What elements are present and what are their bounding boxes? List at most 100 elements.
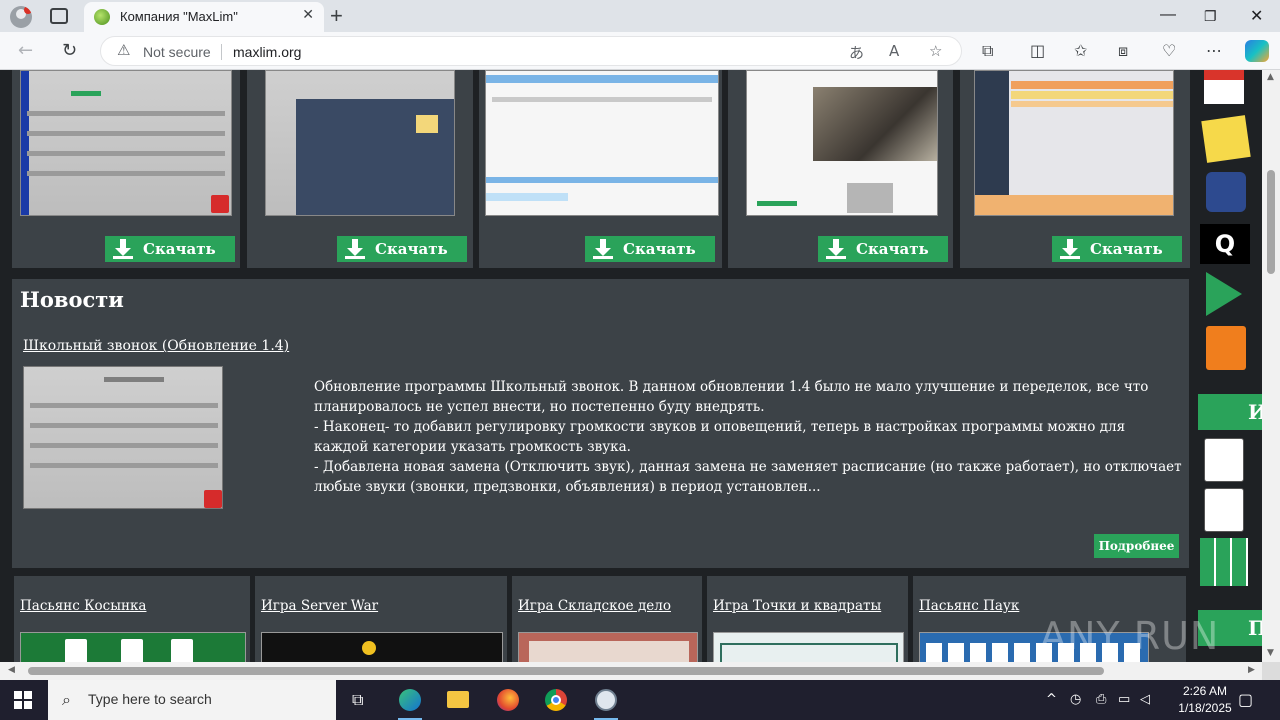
- product-screenshot[interactable]: [265, 70, 455, 216]
- back-icon[interactable]: ←: [18, 40, 33, 61]
- screenshot-row: [30, 403, 218, 408]
- read-aloud-icon[interactable]: A: [889, 42, 899, 60]
- browser-essentials-icon[interactable]: ♡: [1162, 41, 1176, 60]
- game-card: Игра Server War: [255, 576, 507, 662]
- game-screenshot[interactable]: [20, 632, 246, 662]
- scroll-up-icon[interactable]: ▲: [1267, 72, 1274, 82]
- download-button[interactable]: Скачать: [105, 236, 235, 262]
- game-title-link[interactable]: Игра Server War: [261, 598, 378, 614]
- clock-time: 2:26 AM: [1182, 684, 1228, 698]
- more-button[interactable]: Подробнее: [1094, 534, 1179, 558]
- game-card: Игра Складское дело: [512, 576, 702, 662]
- screenshot-red-button: [204, 490, 222, 508]
- tic-tac-toe-icon[interactable]: [1200, 538, 1248, 586]
- new-tab-button[interactable]: +: [330, 3, 343, 29]
- download-button[interactable]: Скачать: [1052, 236, 1182, 262]
- favorite-star-icon[interactable]: ☆: [929, 42, 942, 60]
- screenshot-row: [71, 91, 101, 96]
- scroll-right-icon[interactable]: ▶: [1248, 665, 1255, 675]
- address-bar[interactable]: ⚠ Not secure maxlim.org あ A ☆: [100, 36, 962, 66]
- game-title-link[interactable]: Игра Точки и квадраты: [713, 598, 881, 614]
- card-image: [121, 639, 143, 662]
- horizontal-scroll-thumb[interactable]: [28, 667, 1104, 675]
- reload-icon[interactable]: ↻: [62, 40, 77, 61]
- volume-icon[interactable]: ◁: [1140, 692, 1150, 707]
- product-screenshot[interactable]: [974, 70, 1174, 216]
- restore-icon[interactable]: ❐: [1204, 8, 1217, 25]
- game-screenshot[interactable]: [261, 632, 503, 662]
- profile-status-dot: [24, 6, 32, 14]
- product-screenshot[interactable]: [485, 70, 719, 216]
- download-label: Скачать: [375, 240, 448, 258]
- game-screenshot[interactable]: [518, 632, 698, 662]
- lock-icon[interactable]: [1206, 172, 1246, 212]
- translate-icon[interactable]: あ: [849, 42, 864, 63]
- playing-cards-icon[interactable]: [1204, 488, 1244, 532]
- vertical-scroll-thumb[interactable]: [1267, 170, 1275, 274]
- not-secure-label[interactable]: Not secure: [143, 44, 211, 60]
- download-label: Скачать: [623, 240, 696, 258]
- copilot-icon[interactable]: [1245, 40, 1269, 62]
- file-explorer-icon[interactable]: [434, 680, 482, 720]
- network-icon[interactable]: ▭: [1118, 692, 1130, 707]
- tab-close-icon[interactable]: ✕: [302, 7, 314, 23]
- scroll-down-icon[interactable]: ▼: [1267, 648, 1274, 658]
- product-screenshot[interactable]: [20, 70, 232, 216]
- screenshot-grid: [847, 183, 893, 213]
- screenshot-row: [30, 463, 218, 468]
- profile-avatar[interactable]: [10, 6, 32, 28]
- product-card: Скачать: [728, 70, 953, 268]
- screenshot-photo: [813, 87, 937, 161]
- game-title-link[interactable]: Пасьянс Паук: [919, 598, 1019, 614]
- game-board: [529, 641, 689, 662]
- url-text[interactable]: maxlim.org: [233, 44, 301, 60]
- news-item-link[interactable]: Школьный звонок (Обновление 1.4): [23, 338, 289, 354]
- screenshot-row: [486, 193, 568, 201]
- playing-cards-icon[interactable]: [1204, 438, 1244, 482]
- news-item-text: Обновление программы Школьный звонок. В …: [314, 377, 1182, 497]
- screenshot-header: [486, 75, 718, 83]
- card-image: [171, 639, 193, 662]
- system-clock[interactable]: 2:26 AM 1/18/2025: [1160, 683, 1250, 717]
- edge-taskbar-icon[interactable]: [386, 680, 434, 720]
- clock-app-icon[interactable]: [582, 680, 630, 720]
- notifications-icon[interactable]: ▢: [1238, 690, 1253, 709]
- calendar-icon[interactable]: [1204, 70, 1244, 104]
- split-screen-icon[interactable]: ◫: [1030, 41, 1045, 60]
- sidebar-green-button[interactable]: И: [1198, 394, 1262, 430]
- clock-tray-icon[interactable]: ◷: [1070, 692, 1081, 707]
- browser-toolbar: ← ↻ ⚠ Not secure maxlim.org あ A ☆ ⧉ ◫ ✩ …: [0, 32, 1280, 70]
- browser-tab-active[interactable]: Компания "MaxLim" ✕: [84, 2, 324, 32]
- screenshot-row: [492, 97, 712, 102]
- more-menu-icon[interactable]: ⋯: [1206, 41, 1222, 60]
- download-button[interactable]: Скачать: [818, 236, 948, 262]
- q-app-icon[interactable]: Q: [1200, 224, 1250, 264]
- sticky-notes-icon[interactable]: [1201, 115, 1251, 163]
- news-item-image[interactable]: [23, 366, 223, 509]
- vertical-scrollbar[interactable]: ▲ ▼: [1262, 70, 1280, 662]
- document-icon[interactable]: [1206, 326, 1246, 370]
- minimize-icon[interactable]: —: [1160, 6, 1176, 24]
- window-close-icon[interactable]: ✕: [1250, 6, 1263, 26]
- play-icon[interactable]: [1206, 272, 1242, 316]
- show-hidden-icons-icon[interactable]: ^: [1046, 692, 1057, 707]
- game-title-link[interactable]: Пасьянс Косынка: [20, 598, 146, 614]
- windows-start-icon[interactable]: [14, 691, 32, 709]
- firefox-icon[interactable]: [484, 680, 532, 720]
- game-title-link[interactable]: Игра Складское дело: [518, 598, 671, 614]
- scroll-left-icon[interactable]: ◀: [8, 665, 15, 675]
- collections-icon[interactable]: ⧈: [1118, 41, 1128, 61]
- warning-icon[interactable]: ⚠: [117, 41, 130, 59]
- download-button[interactable]: Скачать: [585, 236, 715, 262]
- extensions-icon[interactable]: ⧉: [982, 41, 993, 61]
- task-view-icon[interactable]: ⧉: [338, 680, 386, 720]
- product-screenshot[interactable]: [746, 70, 938, 216]
- download-button[interactable]: Скачать: [337, 236, 467, 262]
- horizontal-scrollbar[interactable]: ◀ ▶: [0, 662, 1262, 680]
- chrome-icon[interactable]: [532, 680, 580, 720]
- game-screenshot[interactable]: [713, 632, 904, 662]
- taskbar-search-box[interactable]: ⌕ Type here to search: [48, 680, 336, 720]
- device-tray-icon[interactable]: ⎙: [1096, 692, 1106, 707]
- favorites-icon[interactable]: ✩: [1074, 41, 1087, 60]
- tab-actions-icon[interactable]: [50, 8, 68, 24]
